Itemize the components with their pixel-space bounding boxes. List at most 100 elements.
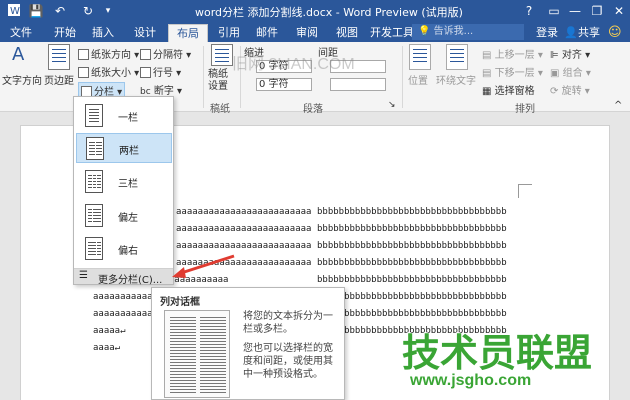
group-label: 组合 (562, 68, 583, 79)
ribbon-tabs: 文件 开始 插入 设计 布局 引用 邮件 审阅 视图 开发工具 💡 告诉我...… (0, 22, 630, 42)
align-icon: ⊫ (550, 50, 559, 61)
minimize-button[interactable]: — (566, 2, 584, 20)
tab-view[interactable]: 视图 (332, 24, 362, 42)
text-line: bbbbbbbbbbbbbbbbbbbbbbbbbbbbbbbbbbb (317, 241, 507, 251)
separator (402, 46, 403, 108)
tab-references[interactable]: 引用 (214, 24, 244, 42)
line-numbers-label: 行号 (153, 68, 173, 79)
margins-label: 页边距 (44, 76, 74, 87)
selection-pane-label: 选择窗格 (494, 86, 535, 97)
text-direction-icon: A (12, 44, 25, 65)
redo-icon[interactable]: ↻ (80, 3, 96, 19)
restore-button[interactable]: ❐ (588, 2, 606, 20)
share-icon[interactable]: 👤 (564, 24, 578, 42)
position-button[interactable]: 位置 (406, 44, 434, 88)
wrap-text-button[interactable]: 环绕文字 (436, 44, 480, 88)
menu-item-two-columns[interactable]: 两栏 (76, 133, 172, 163)
tab-file[interactable]: 文件 (6, 24, 36, 42)
menu-item-label: 两栏 (119, 146, 139, 157)
menu-item-label: 三栏 (118, 179, 138, 190)
watermark-url: www.jsgho.com (410, 372, 532, 389)
draft-paper-icon (211, 44, 233, 66)
smiley-icon[interactable]: ☺ (608, 24, 622, 42)
orientation-button[interactable]: 纸张方向 ▾ (78, 46, 139, 61)
right-column-icon (85, 237, 103, 260)
lightbulb-icon: 💡 (418, 26, 431, 37)
tab-layout[interactable]: 布局 (168, 24, 208, 42)
one-column-icon (85, 104, 103, 127)
menu-item-left[interactable]: 偏左 (76, 201, 172, 231)
send-backward-button[interactable]: ▤ 下移一层 ▾ (482, 64, 543, 79)
wrap-text-label: 环绕文字 (436, 76, 476, 87)
margins-icon (48, 44, 70, 70)
size-button[interactable]: 纸张大小 ▾ (78, 64, 139, 79)
red-arrow-annotation (172, 254, 235, 278)
undo-icon[interactable]: ↶ (52, 3, 68, 19)
spacing-after-spinner[interactable] (330, 78, 386, 91)
tab-design[interactable]: 设计 (130, 24, 160, 42)
orientation-icon (78, 49, 89, 60)
margin-corner-mark (518, 184, 532, 198)
rotate-button[interactable]: ⟳ 旋转 ▾ (550, 82, 590, 97)
title-bar: W 💾 ↶ ↻ ▾ word分栏 添加分割线.docx - Word Previ… (0, 0, 630, 22)
columns-tooltip: 列对话框 将您的文本拆分为一栏或多栏。 您也可以选择栏的宽度和间距，或使用其中一… (151, 287, 345, 400)
text-line: bbbbbbbbbbbbbbbbbbbbbbbbbbbbbbbbbbb (317, 309, 507, 319)
group-button[interactable]: ▣ 组合 ▾ (550, 64, 591, 79)
text-direction-label: 文字方向 (2, 76, 42, 87)
hyphenation-button[interactable]: bc 断字 ▾ (140, 82, 182, 97)
left-column-icon (85, 204, 103, 227)
text-line: bbbbbbbbbbbbbbbbbbbbbbbbbbbbbbbbbbb (317, 258, 507, 268)
bring-forward-button[interactable]: ▤ 上移一层 ▾ (482, 46, 543, 61)
text-line: bbbbbbbbbbbbbbbbbbbbbbbbbbbbbbbbbbb (317, 224, 507, 234)
bring-forward-label: 上移一层 (494, 50, 535, 61)
share-button[interactable]: 共享 (578, 24, 600, 42)
breaks-button[interactable]: 分隔符 ▾ (140, 46, 191, 61)
tooltip-preview-image (164, 310, 230, 398)
menu-item-one-column[interactable]: 一栏 (76, 101, 172, 131)
text-line: bbbbbbbbbbbbbbbbbbbbbbbbbbbbbbbbbbb (317, 275, 507, 285)
two-columns-icon (86, 137, 104, 160)
text-direction-button[interactable]: A 文字方向 (2, 44, 42, 88)
tab-review[interactable]: 审阅 (292, 24, 322, 42)
window-title: word分栏 添加分割线.docx - Word Preview (试用版) (195, 6, 463, 19)
save-icon[interactable]: 💾 (28, 3, 44, 19)
selection-pane-button[interactable]: ▦ 选择窗格 (482, 82, 535, 97)
watermark-text: 旧网 3LIAN.COM (232, 56, 355, 73)
line-numbers-button[interactable]: 行号 ▾ (140, 64, 181, 79)
ribbon-display-icon[interactable]: ▭ (545, 2, 563, 20)
menu-item-label: 偏右 (118, 246, 138, 257)
more-columns-label: 更多分栏(C)... (98, 275, 163, 286)
close-button[interactable]: ✕ (610, 2, 628, 20)
tell-me-search-input[interactable]: 💡 告诉我... (412, 24, 524, 40)
text-line: aaaaa↵ (93, 326, 126, 336)
more-columns-button[interactable]: ☰ 更多分栏(C)... (74, 268, 173, 286)
text-line: bbbbbbbbbbbbbbbbbbbbbbbbbbbbbbbbbbb (317, 207, 507, 217)
indent-right-value: 0 字符 (259, 79, 289, 90)
margins-button[interactable]: 页边距 (44, 44, 74, 88)
help-button[interactable]: ? (520, 2, 538, 20)
menu-item-three-columns[interactable]: 三栏 (76, 167, 172, 197)
paragraph-launcher-icon[interactable]: ↘ (388, 100, 396, 110)
wrap-text-icon (446, 44, 468, 70)
tab-home[interactable]: 开始 (50, 24, 80, 42)
customize-qa-icon[interactable]: ▾ (100, 3, 116, 19)
tab-mailings[interactable]: 邮件 (252, 24, 282, 42)
group-icon: ▣ (550, 68, 560, 79)
align-button[interactable]: ⊫ 对齐 ▾ (550, 46, 590, 61)
tab-developer[interactable]: 开发工具 (370, 24, 414, 42)
selection-pane-icon: ▦ (482, 86, 492, 97)
text-line: bbbbbbbbbbbbbbbbbbbbbbbbbbbbbbbbbbb (317, 292, 507, 302)
word-logo-icon: W (6, 3, 22, 19)
size-icon (78, 67, 89, 78)
indent-right-spinner[interactable]: 0 字符 (256, 78, 312, 91)
position-icon (409, 44, 431, 70)
size-label: 纸张大小 (91, 68, 131, 79)
three-columns-icon (85, 170, 103, 193)
tab-insert[interactable]: 插入 (88, 24, 118, 42)
breaks-label: 分隔符 (153, 50, 183, 61)
send-backward-label: 下移一层 (494, 68, 535, 79)
login-link[interactable]: 登录 (536, 24, 558, 42)
collapse-ribbon-icon[interactable]: ^ (614, 100, 622, 111)
line-numbers-icon (140, 67, 151, 78)
menu-item-right[interactable]: 偏右 (76, 234, 172, 264)
